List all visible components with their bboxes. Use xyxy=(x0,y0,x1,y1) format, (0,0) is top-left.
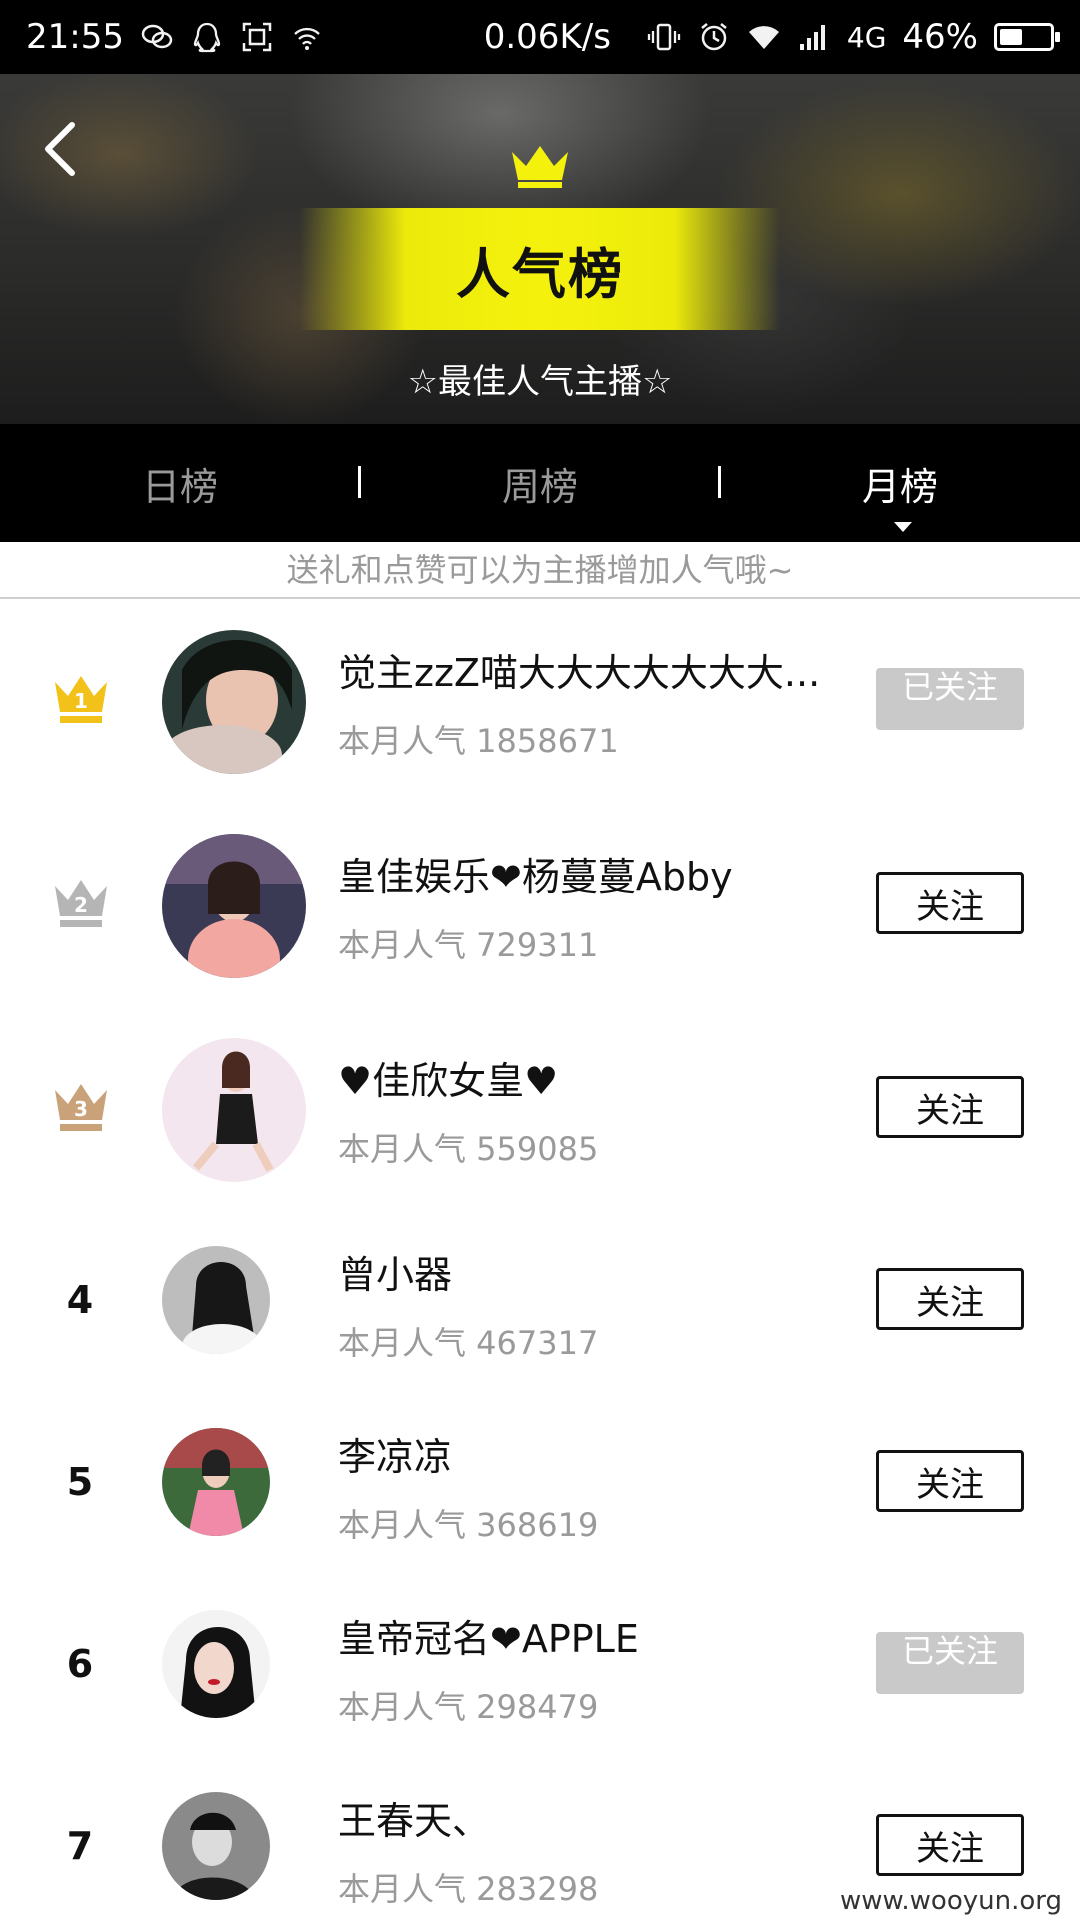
streamer-name: 皇佳娱乐❤杨蔓蔓Abby xyxy=(338,855,733,899)
alarm-icon xyxy=(697,20,731,54)
divider xyxy=(0,597,1080,599)
status-time: 21:55 xyxy=(26,17,124,57)
vibrate-icon xyxy=(647,20,681,54)
list-item: 1 觉主zzZ喵大大大大大大大... 本月人气 1858671 已关注 xyxy=(0,600,1080,804)
scan-icon xyxy=(240,20,274,54)
list-item: 4 曾小器 本月人气 467317 关注 xyxy=(0,1212,1080,1394)
popularity-value: 本月人气 368619 xyxy=(338,1506,599,1544)
chat-icon xyxy=(140,20,174,54)
battery-icon xyxy=(994,23,1060,51)
streamer-name: ♥佳欣女皇♥ xyxy=(338,1059,559,1103)
rank-number: 3 xyxy=(74,1097,88,1121)
popularity-value: 本月人气 559085 xyxy=(338,1130,599,1168)
rank-number: 6 xyxy=(66,1642,94,1686)
tab-divider xyxy=(358,466,361,498)
avatar[interactable] xyxy=(162,1428,270,1536)
net-speed: 0.06K/s xyxy=(483,17,611,57)
battery-fill xyxy=(1000,29,1022,45)
chevron-left-icon xyxy=(45,122,75,176)
silver-crown-icon: 2 xyxy=(55,880,107,927)
streamer-name: 皇帝冠名❤APPLE xyxy=(338,1617,639,1661)
popularity-value: 本月人气 1858671 xyxy=(338,722,619,760)
list-item: 2 皇佳娱乐❤杨蔓蔓Abby 本月人气 729311 关注 xyxy=(0,804,1080,1008)
status-bar-right: 0.06K/s 4G 46% xyxy=(483,17,1060,57)
follow-button[interactable]: 关注 xyxy=(876,1814,1024,1876)
follow-button[interactable]: 关注 xyxy=(876,872,1024,934)
back-button[interactable] xyxy=(30,114,90,184)
qq-icon xyxy=(190,20,224,54)
followed-button[interactable]: 已关注 xyxy=(876,1632,1024,1694)
avatar[interactable] xyxy=(162,1792,270,1900)
streamer-name: 李凉凉 xyxy=(338,1435,453,1479)
list-item: 5 李凉凉 本月人气 368619 关注 xyxy=(0,1394,1080,1576)
list-item: 3 ♥佳欣女皇♥ 本月人气 559085 关注 xyxy=(0,1008,1080,1212)
streamer-name: 王春天、 xyxy=(338,1799,491,1843)
page-subtitle: ☆最佳人气主播☆ xyxy=(407,362,673,402)
page-title: 人气榜 xyxy=(456,242,624,306)
network-type: 4G xyxy=(846,20,887,54)
bronze-crown-icon: 3 xyxy=(55,1084,107,1131)
rank-number: 7 xyxy=(66,1824,94,1868)
rank-number: 2 xyxy=(74,893,88,917)
avatar[interactable] xyxy=(162,834,306,978)
followed-button[interactable]: 已关注 xyxy=(876,668,1024,730)
watermark-text: www.wooyun.org xyxy=(835,1886,1066,1916)
tab-divider xyxy=(718,466,721,498)
title-band: 人气榜 xyxy=(300,208,780,330)
rank-number: 1 xyxy=(74,689,88,713)
popularity-value: 本月人气 298479 xyxy=(338,1688,599,1726)
wifi-small-icon xyxy=(290,20,324,54)
status-bar-left: 21:55 xyxy=(26,17,324,57)
popularity-value: 本月人气 283298 xyxy=(338,1870,599,1908)
battery-percent: 46% xyxy=(902,17,978,57)
avatar[interactable] xyxy=(162,1038,306,1182)
streamer-name: 曾小器 xyxy=(338,1253,453,1297)
crown-icon xyxy=(512,146,568,188)
signal-icon xyxy=(797,20,831,54)
gold-crown-icon: 1 xyxy=(55,676,107,723)
avatar[interactable] xyxy=(162,1610,270,1718)
rank-number: 5 xyxy=(66,1460,94,1504)
header-banner: 人气榜 ☆最佳人气主播☆ xyxy=(0,74,1080,424)
hint-text: 送礼和点赞可以为主播增加人气哦~ xyxy=(286,551,794,589)
active-tab-indicator xyxy=(894,522,912,532)
wifi-icon xyxy=(747,20,781,54)
popularity-value: 本月人气 467317 xyxy=(338,1324,599,1362)
status-bar: 21:55 0.06K/s 4G 46% xyxy=(0,0,1080,74)
streamer-name: 觉主zzZ喵大大大大大大大... xyxy=(338,651,821,695)
tab-day[interactable]: 日榜 xyxy=(0,424,360,542)
tab-week[interactable]: 周榜 xyxy=(360,424,720,542)
popularity-value: 本月人气 729311 xyxy=(338,926,599,964)
avatar[interactable] xyxy=(162,1246,270,1354)
period-tabs: 日榜 周榜 月榜 xyxy=(0,424,1080,542)
rank-number: 4 xyxy=(66,1278,94,1322)
list-item: 6 皇帝冠名❤APPLE 本月人气 298479 已关注 xyxy=(0,1576,1080,1758)
follow-button[interactable]: 关注 xyxy=(876,1076,1024,1138)
avatar[interactable] xyxy=(162,630,306,774)
follow-button[interactable]: 关注 xyxy=(876,1268,1024,1330)
follow-button[interactable]: 关注 xyxy=(876,1450,1024,1512)
